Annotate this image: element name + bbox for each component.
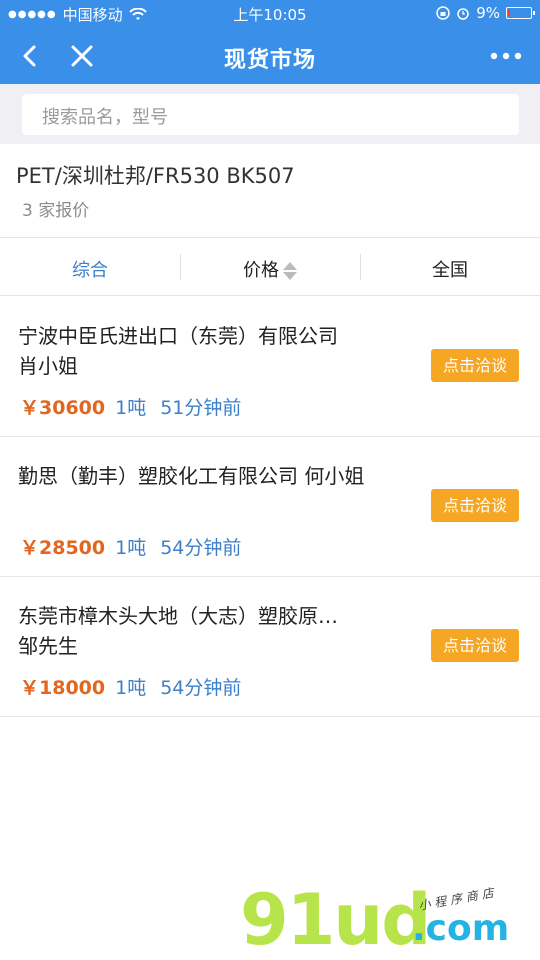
time-ago: 51分钟前 bbox=[160, 397, 242, 419]
status-bar: ●●●●● 中国移动 上午10:05 9% bbox=[0, 0, 540, 28]
list-item[interactable]: 东莞市樟木头大地（大志）塑胶原… 邹先生 ￥18000 1吨 54分钟前 点击洽谈 bbox=[0, 577, 540, 717]
company-name: 宁波中臣氏进出口（东莞）有限公司 肖小姐 bbox=[18, 321, 398, 381]
negotiate-button[interactable]: 点击洽谈 bbox=[431, 629, 519, 662]
rotation-lock-icon bbox=[436, 6, 450, 20]
top-bar: ●●●●● 中国移动 上午10:05 9% 现货市场 bbox=[0, 0, 540, 84]
watermark-logo: 91ud bbox=[240, 879, 431, 960]
negotiate-button[interactable]: 点击洽谈 bbox=[431, 489, 519, 522]
company-name: 勤思（勤丰）塑胶化工有限公司 何小姐 bbox=[18, 461, 398, 491]
sort-bar: 综合 价格 全国 bbox=[0, 238, 540, 296]
tab-price[interactable]: 价格 bbox=[180, 256, 360, 282]
search-bar: 搜索品名，型号 bbox=[0, 84, 540, 144]
battery-icon bbox=[506, 7, 535, 19]
price: ￥18000 bbox=[20, 677, 106, 699]
negotiate-button[interactable]: 点击洽谈 bbox=[431, 349, 519, 382]
nav-bar: 现货市场 bbox=[0, 28, 540, 84]
quantity: 1吨 bbox=[115, 397, 147, 419]
offer-meta: ￥30600 1吨 51分钟前 bbox=[20, 393, 241, 420]
tab-comprehensive[interactable]: 综合 bbox=[0, 256, 180, 282]
watermark-domain: .com bbox=[412, 908, 510, 949]
more-icon[interactable] bbox=[486, 38, 526, 74]
price: ￥30600 bbox=[20, 397, 106, 419]
tab-label: 价格 bbox=[243, 260, 279, 281]
price: ￥28500 bbox=[20, 537, 106, 559]
company-label: 勤思（勤丰）塑胶化工有限公司 何小姐 bbox=[18, 464, 365, 488]
contact-name: 邹先生 bbox=[18, 634, 78, 658]
sort-icon bbox=[283, 261, 297, 281]
battery-level bbox=[508, 9, 510, 16]
search-input[interactable]: 搜索品名，型号 bbox=[22, 94, 519, 135]
tab-region[interactable]: 全国 bbox=[360, 256, 540, 282]
company-name: 东莞市樟木头大地（大志）塑胶原… 邹先生 bbox=[18, 601, 398, 661]
battery-percent: 9% bbox=[476, 4, 500, 22]
quantity: 1吨 bbox=[115, 537, 147, 559]
company-label: 东莞市樟木头大地（大志）塑胶原… bbox=[18, 604, 338, 628]
list-item[interactable]: 宁波中臣氏进出口（东莞）有限公司 肖小姐 ￥30600 1吨 51分钟前 点击洽谈 bbox=[0, 297, 540, 437]
list-item[interactable]: 勤思（勤丰）塑胶化工有限公司 何小姐 ￥28500 1吨 54分钟前 点击洽谈 bbox=[0, 437, 540, 577]
product-name: PET/深圳杜邦/FR530 BK507 bbox=[16, 164, 295, 188]
tab-label: 全国 bbox=[432, 260, 468, 281]
quantity: 1吨 bbox=[115, 677, 147, 699]
offer-meta: ￥28500 1吨 54分钟前 bbox=[20, 533, 241, 560]
time-ago: 54分钟前 bbox=[160, 537, 242, 559]
offer-meta: ￥18000 1吨 54分钟前 bbox=[20, 673, 241, 700]
quote-count: 3 家报价 bbox=[22, 201, 90, 221]
watermark: 91ud .com 小程序商店 bbox=[240, 880, 530, 960]
contact-name: 肖小姐 bbox=[18, 354, 78, 378]
time-ago: 54分钟前 bbox=[160, 677, 242, 699]
company-label: 宁波中臣氏进出口（东莞）有限公司 bbox=[18, 324, 338, 348]
product-header: PET/深圳杜邦/FR530 BK507 3 家报价 bbox=[0, 144, 540, 238]
alarm-icon bbox=[457, 8, 469, 20]
tab-label: 综合 bbox=[72, 260, 108, 281]
page-title: 现货市场 bbox=[223, 48, 316, 73]
